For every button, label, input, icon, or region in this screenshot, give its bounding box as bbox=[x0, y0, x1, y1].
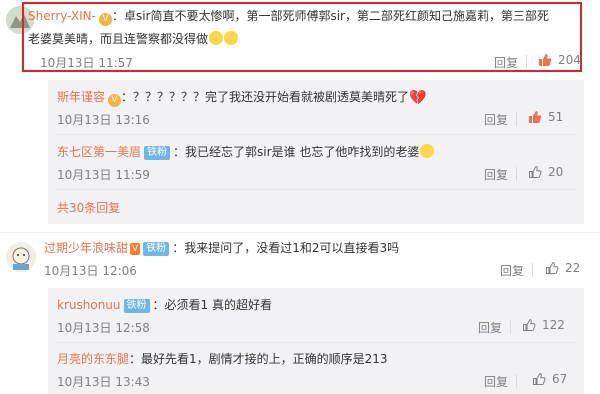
like-button[interactable]: 20 bbox=[528, 165, 563, 179]
comment-divider bbox=[0, 232, 600, 233]
reply-username[interactable]: 斯年谨容 bbox=[57, 90, 105, 104]
reply-divider bbox=[57, 342, 575, 343]
thumbs-up-icon bbox=[533, 372, 546, 385]
like-count: 20 bbox=[548, 165, 564, 179]
reply-time: 10月13日 13:43 bbox=[57, 375, 150, 389]
action-divider bbox=[516, 167, 517, 181]
fan-badge: 铁粉 bbox=[143, 242, 170, 256]
comment-text: ：卓sir简直不要太惨啊，第一部死师傅郭sir，第二部死红颜知己施嘉莉，第三部死 bbox=[111, 9, 549, 23]
thumbs-up-icon bbox=[546, 261, 559, 274]
reply-username[interactable]: 东七区第一美眉 bbox=[57, 145, 141, 159]
reply-time: 10月13日 13:16 bbox=[57, 113, 150, 127]
fan-badge: 铁粉 bbox=[123, 299, 150, 313]
comment-time: 10月13日 11:57 bbox=[40, 56, 133, 70]
comment-time: 10月13日 12:06 bbox=[44, 264, 137, 278]
reply-text: ：必须看1 真的超好看 bbox=[152, 298, 272, 312]
action-divider bbox=[516, 374, 517, 388]
action-divider bbox=[516, 112, 517, 126]
crying-emoji-icon bbox=[224, 31, 239, 45]
reply-4: 月亮的东东腿：最好先看1，剧情才接的上，正确的顺序是213 bbox=[57, 350, 388, 367]
like-button[interactable]: 122 bbox=[522, 318, 565, 332]
broken-heart-icon: 💔 bbox=[409, 90, 427, 106]
thumbs-up-icon bbox=[529, 111, 542, 123]
like-count: 67 bbox=[552, 372, 568, 386]
reply-button[interactable]: 回复 bbox=[484, 111, 508, 128]
comment-1-line2: 老婆莫美晴，而且连警察都没得做 bbox=[28, 30, 239, 47]
reply-text: ：？？？？？？完了我还没开始看就被剧透莫美晴死了 bbox=[121, 90, 410, 104]
like-count: 122 bbox=[542, 318, 565, 332]
reply-1: 斯年谨容 V ：？？？？？？完了我还没开始看就被剧透莫美晴死了💔 bbox=[57, 88, 426, 107]
action-divider bbox=[510, 320, 511, 334]
avatar-image bbox=[6, 242, 36, 272]
reply-time: 10月13日 12:58 bbox=[57, 321, 150, 335]
laughing-emoji-icon bbox=[420, 144, 435, 158]
comment-text-cont: 老婆莫美晴，而且连警察都没得做 bbox=[28, 32, 209, 46]
comment-text: ：我来提问了，没看过1和2可以直接看3吗 bbox=[172, 241, 400, 255]
reply-divider bbox=[57, 189, 575, 190]
reply-button[interactable]: 回复 bbox=[484, 166, 508, 183]
thumbs-up-icon bbox=[523, 318, 536, 331]
reply-button[interactable]: 回复 bbox=[484, 373, 508, 390]
reply-time: 10月13日 11:59 bbox=[57, 168, 150, 182]
like-count: 51 bbox=[548, 110, 564, 124]
reply-2: 东七区第一美眉 铁粉 ：我已经忘了郭sir是谁 也忘了他咋找到的老婆 bbox=[57, 143, 435, 160]
like-count: 22 bbox=[565, 261, 581, 275]
reply-button[interactable]: 回复 bbox=[478, 319, 502, 336]
crying-emoji-icon bbox=[209, 31, 224, 45]
like-button[interactable]: 22 bbox=[545, 261, 580, 275]
like-count: 204 bbox=[558, 53, 581, 67]
verified-icon: V bbox=[108, 94, 122, 107]
thumbs-up-icon bbox=[529, 165, 542, 178]
reply-username[interactable]: krushonuu bbox=[57, 298, 121, 312]
like-button[interactable]: 51 bbox=[528, 110, 563, 124]
reply-text: ：最好先看1，剧情才接的上，正确的顺序是213 bbox=[129, 352, 388, 366]
reply-divider bbox=[57, 134, 575, 135]
reply-text: ：我已经忘了郭sir是谁 也忘了他咋找到的老婆 bbox=[173, 145, 420, 159]
fan-badge: 铁粉 bbox=[144, 146, 171, 160]
like-button[interactable]: 67 bbox=[532, 372, 567, 386]
reply-username[interactable]: 月亮的东东腿 bbox=[57, 352, 129, 366]
comment-1-line1: Sherry-XIN- V ：卓sir简直不要太惨啊，第一部死师傅郭sir，第二部死… bbox=[28, 7, 549, 26]
comment-username[interactable]: 过期少年浪味甜 bbox=[44, 241, 128, 255]
thumbs-up-icon bbox=[539, 54, 552, 66]
like-button[interactable]: 204 bbox=[538, 53, 581, 67]
reply-button[interactable]: 回复 bbox=[494, 54, 518, 71]
avatar[interactable] bbox=[6, 242, 36, 272]
action-divider bbox=[526, 55, 527, 69]
comment-2-line: 过期少年浪味甜 V 铁粉 ：我来提问了，没看过1和2可以直接看3吗 bbox=[44, 239, 399, 256]
action-divider bbox=[532, 263, 533, 277]
more-replies-link[interactable]: 共30条回复 bbox=[57, 199, 120, 216]
level-icon: V bbox=[130, 243, 141, 255]
reply-3: krushonuu 铁粉 ：必须看1 真的超好看 bbox=[57, 296, 272, 313]
verified-icon: V bbox=[98, 13, 112, 26]
reply-button[interactable]: 回复 bbox=[500, 262, 524, 279]
comment-username[interactable]: Sherry-XIN- bbox=[28, 9, 96, 23]
